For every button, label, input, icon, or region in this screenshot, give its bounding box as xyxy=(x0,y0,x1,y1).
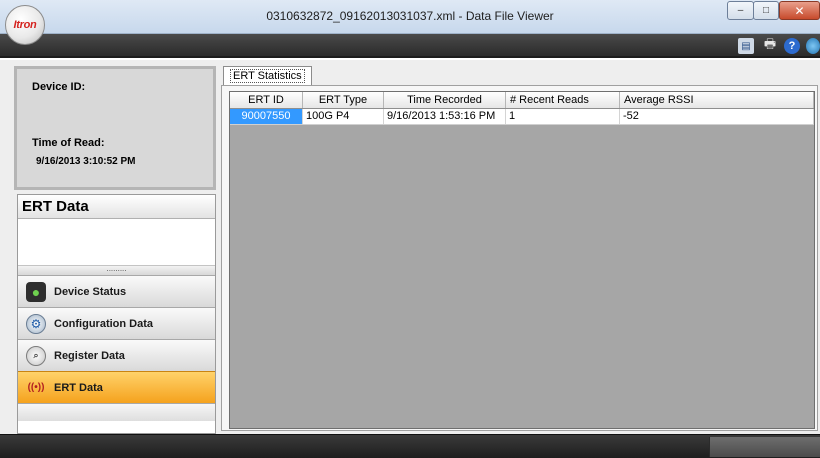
nav-item-label: Configuration Data xyxy=(54,317,153,330)
register-icon: ⌕ xyxy=(26,345,46,366)
nav-item-register-data[interactable]: ⌕ Register Data xyxy=(18,339,215,371)
window-title: 0310632872_09162013031037.xml - Data Fil… xyxy=(266,9,554,23)
print-glyph: 🖶 xyxy=(763,36,777,51)
nav-item-device-status[interactable]: ● Device Status xyxy=(18,275,215,307)
status-segment xyxy=(709,437,820,457)
gear-icon: ⚙ xyxy=(26,313,46,334)
table-row[interactable]: 90007550 100G P4 9/16/2013 1:53:16 PM 1 … xyxy=(230,109,814,125)
nav-item-configuration-data[interactable]: ⚙ Configuration Data xyxy=(18,307,215,339)
panel-splitter[interactable]: ......... xyxy=(18,265,215,275)
column-header-ert-id[interactable]: ERT ID xyxy=(230,92,303,108)
cell-time-recorded[interactable]: 9/16/2013 1:53:16 PM xyxy=(384,109,506,124)
tab-ert-statistics[interactable]: ERT Statistics xyxy=(223,66,312,86)
minimize-icon: – xyxy=(737,5,744,16)
minimize-button[interactable]: – xyxy=(727,1,754,20)
tab-body: ERT ID ERT Type Time Recorded # Recent R… xyxy=(221,85,818,431)
itron-logo: Itron xyxy=(5,5,45,45)
ert-data-section: ERT Data ......... ● Device Status ⚙ Con… xyxy=(17,194,216,434)
nav-item-label: ERT Data xyxy=(54,381,103,394)
help-glyph: ? xyxy=(788,40,796,52)
traffic-light-icon: ● xyxy=(26,281,46,302)
nav-item-label: Register Data xyxy=(54,349,125,362)
cell-average-rssi[interactable]: -52 xyxy=(620,109,814,124)
ert-data-header: ERT Data xyxy=(18,195,215,219)
print-icon[interactable]: 🖶 xyxy=(762,36,778,54)
column-header-ert-type[interactable]: ERT Type xyxy=(303,92,384,108)
toolbar: ▤ 🖶 ? xyxy=(0,34,820,58)
left-panel: Device ID: Time of Read: 9/16/2013 3:10:… xyxy=(14,66,216,434)
ert-data-body xyxy=(18,219,215,265)
maximize-button[interactable]: □ xyxy=(753,1,779,20)
cell-recent-reads[interactable]: 1 xyxy=(506,109,620,124)
column-header-time-recorded[interactable]: Time Recorded xyxy=(384,92,506,108)
antenna-icon: ((•)) xyxy=(27,382,45,393)
help-icon[interactable]: ? xyxy=(784,38,800,54)
time-of-read-value: 9/16/2013 3:10:52 PM xyxy=(36,156,136,167)
close-button[interactable]: ✕ xyxy=(779,1,820,20)
column-header-recent-reads[interactable]: # Recent Reads xyxy=(506,92,620,108)
cell-ert-type[interactable]: 100G P4 xyxy=(303,109,384,124)
nav-filler xyxy=(18,403,215,421)
device-id-label: Device ID: xyxy=(32,81,86,93)
grid-header: ERT ID ERT Type Time Recorded # Recent R… xyxy=(230,92,814,109)
status-bar xyxy=(0,434,820,458)
content-pane: ERT Statistics ERT ID ERT Type Time Reco… xyxy=(221,66,818,431)
main-area: Device ID: Time of Read: 9/16/2013 3:10:… xyxy=(0,60,820,434)
tab-label: ERT Statistics xyxy=(230,69,305,83)
close-icon: ✕ xyxy=(794,3,805,18)
maximize-icon: □ xyxy=(762,5,770,16)
nav-item-ert-data[interactable]: ((•)) ERT Data xyxy=(18,371,215,403)
nav-item-label: Device Status xyxy=(54,285,127,298)
globe-icon[interactable] xyxy=(806,38,820,54)
ert-statistics-grid[interactable]: ERT ID ERT Type Time Recorded # Recent R… xyxy=(229,91,815,429)
column-header-average-rssi[interactable]: Average RSSI xyxy=(620,92,814,108)
logo-text: Itron xyxy=(13,19,37,31)
title-bar: 0310632872_09162013031037.xml - Data Fil… xyxy=(0,0,820,34)
device-info-box: Device ID: Time of Read: 9/16/2013 3:10:… xyxy=(14,66,216,190)
export-icon[interactable]: ▤ xyxy=(738,38,754,54)
time-of-read-label: Time of Read: xyxy=(32,137,105,149)
cell-ert-id[interactable]: 90007550 xyxy=(230,109,303,124)
